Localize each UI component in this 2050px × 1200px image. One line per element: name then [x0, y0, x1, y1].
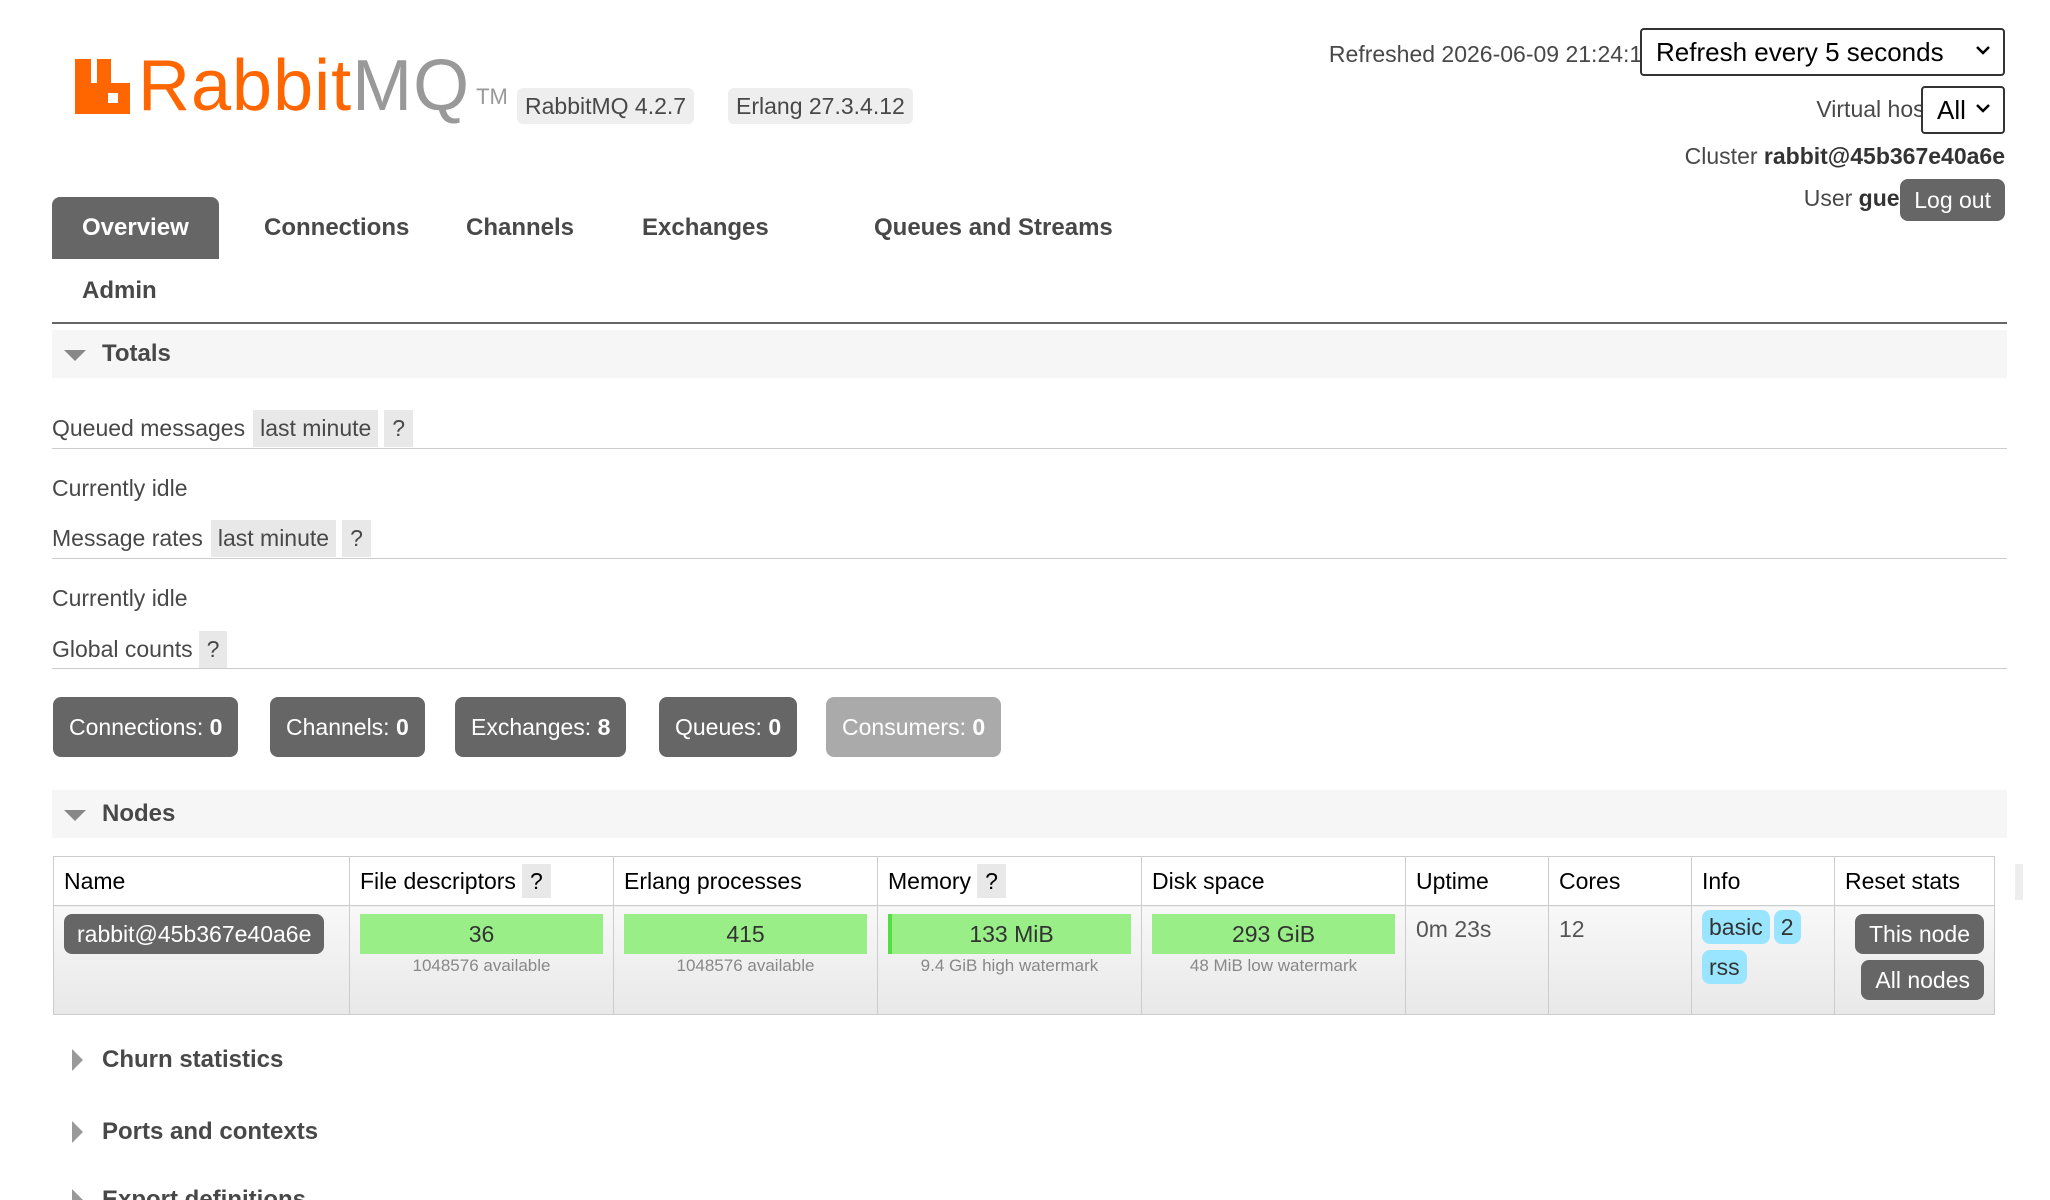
message-rates-header: Message rates last minute ?	[52, 519, 2007, 559]
table-row: rabbit@45b367e40a6e 36 1048576 available…	[53, 905, 1995, 1015]
refreshed-timestamp: Refreshed 2026-06-09 21:24:19	[1328, 41, 1655, 67]
reset-all-nodes-button[interactable]: All nodes	[1861, 960, 1984, 1000]
uptime-value: 0m 23s	[1416, 916, 1492, 942]
queues-count-button[interactable]: Queues: 0	[659, 697, 798, 757]
file-descriptors-available: 1048576 available	[412, 956, 551, 975]
ports-and-contexts-section[interactable]: Ports and contexts	[52, 1112, 318, 1152]
connections-count-button[interactable]: Connections: 0	[53, 697, 239, 757]
logo-wordmark: RabbitMQ	[138, 46, 471, 126]
info-tag-basic: basic	[1702, 910, 1770, 944]
node-name-link[interactable]: rabbit@45b367e40a6e	[64, 914, 325, 954]
nodes-table: Name File descriptors? Erlang processes …	[53, 856, 1995, 1015]
queued-messages-range[interactable]: last minute	[253, 410, 379, 447]
info-tag-rss: rss	[1702, 950, 1747, 984]
info-tag-count: 2	[1773, 910, 1801, 944]
reset-this-node-button[interactable]: This node	[1854, 914, 1984, 954]
memory-watermark: 9.4 GiB high watermark	[920, 956, 1099, 975]
tab-channels[interactable]: Channels	[436, 197, 604, 259]
col-reset-stats: Reset stats	[1834, 856, 1995, 906]
tab-queues-and-streams[interactable]: Queues and Streams	[844, 197, 1143, 259]
queued-messages-header: Queued messages last minute ?	[52, 409, 2007, 449]
totals-section-header[interactable]: Totals	[52, 330, 2007, 378]
tab-admin[interactable]: Admin	[52, 260, 187, 322]
queued-idle-text: Currently idle	[52, 475, 188, 501]
table-header-row: Name File descriptors? Erlang processes …	[53, 856, 1995, 906]
channels-count-button[interactable]: Channels: 0	[270, 697, 425, 757]
erlang-processes-bar: 415	[624, 914, 867, 954]
memory-bar: 133 MiB	[888, 914, 1131, 954]
file-descriptors-help[interactable]: ?	[521, 864, 551, 898]
col-memory: Memory?	[877, 856, 1142, 906]
virtual-host-label: Virtual host	[1816, 96, 1931, 122]
col-uptime: Uptime	[1405, 856, 1549, 906]
global-counts-help[interactable]: ?	[198, 630, 228, 668]
col-cores: Cores	[1548, 856, 1692, 906]
file-descriptors-bar: 36	[360, 914, 603, 954]
cluster-name: rabbit@45b367e40a6e	[1763, 143, 2005, 169]
tab-exchanges[interactable]: Exchanges	[612, 197, 799, 259]
triangle-right-icon	[72, 1121, 83, 1143]
cores-value: 12	[1559, 916, 1585, 942]
disk-watermark: 48 MiB low watermark	[1189, 956, 1358, 975]
col-disk-space: Disk space	[1141, 856, 1406, 906]
churn-statistics-section[interactable]: Churn statistics	[52, 1040, 283, 1080]
rabbitmq-logo[interactable]: RabbitMQ TM	[75, 46, 508, 126]
export-definitions-section[interactable]: Export definitions	[52, 1180, 306, 1200]
main-nav-tabs: Overview Connections Channels Exchanges …	[52, 197, 2007, 324]
triangle-right-icon	[72, 1049, 83, 1071]
trademark-symbol: TM	[476, 84, 508, 109]
exchanges-count-button[interactable]: Exchanges: 8	[455, 697, 627, 757]
virtual-host-select[interactable]: All	[1921, 86, 2005, 134]
tab-overview[interactable]: Overview	[52, 197, 219, 259]
erlang-processes-available: 1048576 available	[676, 956, 815, 975]
triangle-down-icon	[64, 810, 86, 821]
disk-space-bar: 293 GiB	[1152, 914, 1395, 954]
erlang-version-badge: Erlang 27.3.4.12	[728, 88, 913, 124]
chevron-down-icon	[1976, 46, 1990, 55]
chevron-down-icon	[1976, 104, 1990, 113]
table-scrollbar[interactable]	[2015, 864, 2023, 900]
triangle-down-icon	[64, 350, 86, 361]
nodes-section-header[interactable]: Nodes	[52, 790, 2007, 838]
global-counts-header: Global counts ?	[52, 630, 2007, 669]
message-rates-range[interactable]: last minute	[210, 520, 337, 557]
queued-messages-help[interactable]: ?	[384, 410, 414, 447]
col-erlang-processes: Erlang processes	[613, 856, 878, 906]
rabbitmq-logo-icon	[75, 59, 130, 114]
triangle-right-icon	[72, 1189, 83, 1200]
refresh-interval-select[interactable]: Refresh every 5 seconds	[1640, 28, 2005, 76]
rabbitmq-version-badge: RabbitMQ 4.2.7	[517, 88, 695, 124]
tab-connections[interactable]: Connections	[234, 197, 439, 259]
consumers-count-button: Consumers: 0	[826, 697, 1002, 757]
cluster-info: Cluster rabbit@45b367e40a6e	[1684, 143, 2005, 169]
memory-help[interactable]: ?	[977, 864, 1006, 898]
col-name: Name	[53, 856, 350, 906]
col-file-descriptors: File descriptors?	[349, 856, 614, 906]
rates-idle-text: Currently idle	[52, 585, 188, 611]
col-info: Info	[1691, 856, 1835, 906]
message-rates-help[interactable]: ?	[342, 520, 371, 557]
